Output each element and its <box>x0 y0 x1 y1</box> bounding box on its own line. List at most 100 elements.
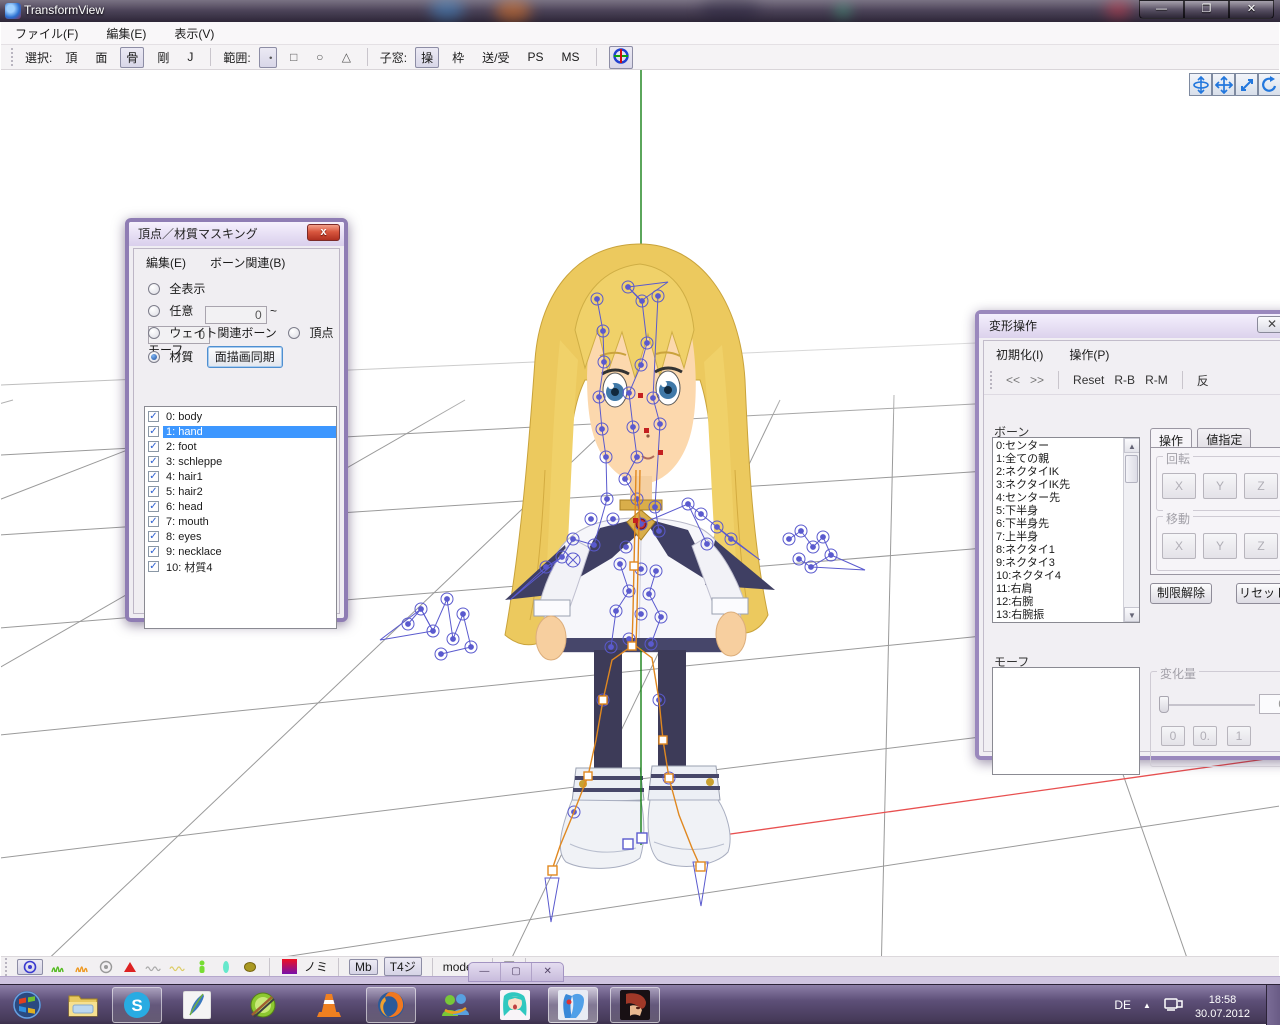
material-checkbox[interactable]: ✓ <box>148 531 159 542</box>
masking-dialog-close-button[interactable]: x <box>307 224 340 241</box>
child-operate-button[interactable]: 操 <box>415 47 439 68</box>
bone-row[interactable]: 9:ネクタイ3 <box>996 557 1139 570</box>
grey-waves-icon[interactable] <box>145 959 163 975</box>
range-circle-button[interactable]: ○ <box>311 49 329 65</box>
material-checkbox[interactable]: ✓ <box>148 456 159 467</box>
amount-slider-thumb[interactable] <box>1159 696 1169 713</box>
face-draw-sync-button[interactable]: 面描画同期 <box>207 346 283 368</box>
scroll-down-arrow[interactable]: ▼ <box>1124 607 1140 622</box>
rotate-y-button[interactable]: Y <box>1203 473 1237 499</box>
bone-row[interactable]: 4:センター先 <box>996 492 1139 505</box>
mb-button[interactable]: Mb <box>349 959 378 975</box>
taskbar-lime-app[interactable] <box>238 987 288 1023</box>
start-button[interactable] <box>2 987 52 1023</box>
taskbar-miku-singing[interactable] <box>490 987 540 1023</box>
bone-row[interactable]: 6:下半身先 <box>996 518 1139 531</box>
child-ms-button[interactable]: MS <box>556 49 584 65</box>
amount-1-button[interactable]: 1 <box>1227 726 1251 746</box>
material-list[interactable]: ✓0: body ✓1: hand ✓2: foot ✓3: schleppe … <box>144 406 337 629</box>
yellow-waves-icon[interactable] <box>169 959 187 975</box>
select-vertex-button[interactable]: 頂 <box>60 48 82 67</box>
show-desktop-button[interactable] <box>1266 985 1280 1025</box>
close-button[interactable]: ✕ <box>1229 0 1274 19</box>
material-checkbox[interactable]: ✓ <box>148 411 159 422</box>
bone-row[interactable]: 2:ネクタイIK <box>996 466 1139 479</box>
tf-toolbar-gripper[interactable] <box>990 371 994 389</box>
scroll-up-arrow[interactable]: ▲ <box>1124 438 1140 453</box>
menu-view[interactable]: 表示(V) <box>174 25 214 42</box>
amount-0-button[interactable]: 0 <box>1161 726 1185 746</box>
rotate-z-button[interactable]: Z <box>1244 473 1278 499</box>
tf-menu-operate[interactable]: 操作(P) <box>1069 346 1109 363</box>
material-checkbox[interactable]: ✓ <box>148 486 159 497</box>
bone-row[interactable]: 10:ネクタイ4 <box>996 570 1139 583</box>
bone-row[interactable]: 0:センター <box>996 440 1139 453</box>
bone-row[interactable]: 7:上半身 <box>996 531 1139 544</box>
bone-row[interactable]: 5:下半身 <box>996 505 1139 518</box>
grey-target-icon[interactable] <box>97 959 115 975</box>
taskbar-messenger[interactable] <box>430 987 480 1023</box>
menu-file[interactable]: ファイル(F) <box>15 25 78 42</box>
bone-row[interactable]: 13:右腕振 <box>996 609 1139 622</box>
bone-row[interactable]: 11:右肩 <box>996 583 1139 596</box>
taskbar-skype[interactable]: S <box>112 987 162 1023</box>
taskbar-explorer[interactable] <box>58 987 108 1023</box>
range-square-button[interactable]: □ <box>285 49 303 65</box>
radio-vertex-morph[interactable] <box>288 327 300 339</box>
network-icon[interactable] <box>1163 997 1183 1013</box>
range-triangle-button[interactable]: △ <box>337 49 355 65</box>
bg-minimize-button[interactable]: — <box>469 963 501 981</box>
range-point-button[interactable]: ・ <box>259 47 277 68</box>
child-sendreceive-button[interactable]: 送/受 <box>477 48 514 67</box>
bone-row[interactable]: 3:ネクタイIK先 <box>996 479 1139 492</box>
bone-list-scrollbar[interactable]: ▲ ▼ <box>1123 438 1139 622</box>
taskbar-feather-app[interactable] <box>172 987 222 1023</box>
view-orbit-button[interactable] <box>1258 73 1280 96</box>
next-bone-button[interactable]: >> <box>1030 373 1044 387</box>
radio-any[interactable] <box>148 305 160 317</box>
keyboard-layout[interactable]: DE <box>1114 998 1131 1012</box>
taskbar-clock[interactable]: 18:58 30.07.2012 <box>1195 989 1250 1021</box>
taskbar-vlc[interactable] <box>304 987 354 1023</box>
axis-target-button[interactable] <box>609 46 633 69</box>
blue-target-button[interactable] <box>17 959 43 975</box>
prev-bone-button[interactable]: << <box>1006 373 1020 387</box>
toolbar-gripper[interactable] <box>11 48 15 66</box>
amount-value-field[interactable]: 0.0 <box>1259 694 1280 714</box>
rb-button[interactable]: R-B <box>1114 373 1135 387</box>
masking-menu-bone[interactable]: ボーン関連(B) <box>210 254 285 271</box>
select-bone-button[interactable]: 骨 <box>120 47 144 68</box>
bone-list[interactable]: 0:センター 1:全ての親 2:ネクタイIK 3:ネクタイIK先 4:センター先… <box>992 437 1140 623</box>
green-grass-icon[interactable] <box>49 959 67 975</box>
move-x-button[interactable]: X <box>1162 533 1196 559</box>
red-triangle-icon[interactable] <box>121 959 139 975</box>
radio-material[interactable] <box>148 351 160 363</box>
bg-close-button[interactable]: ✕ <box>532 963 563 981</box>
nomi-label[interactable]: ノミ <box>304 958 328 975</box>
cyan-figure-icon[interactable] <box>217 959 235 975</box>
restore-button[interactable]: ❐ <box>1184 0 1229 19</box>
menu-edit[interactable]: 編集(E) <box>106 25 146 42</box>
material-checkbox[interactable]: ✓ <box>148 561 159 572</box>
material-checkbox[interactable]: ✓ <box>148 471 159 482</box>
morph-list[interactable] <box>992 667 1140 775</box>
minimize-button[interactable]: — <box>1139 0 1184 19</box>
bone-row[interactable]: 1:全ての親 <box>996 453 1139 466</box>
child-ps-button[interactable]: PS <box>522 49 548 65</box>
tray-expand-arrow[interactable]: ▲ <box>1143 1001 1151 1010</box>
radio-weight-bone[interactable] <box>148 327 160 339</box>
view-pan-button[interactable] <box>1212 73 1235 96</box>
taskbar-firefox[interactable] <box>366 987 416 1023</box>
green-figure-icon[interactable] <box>193 959 211 975</box>
tf-menu-init[interactable]: 初期化(I) <box>996 346 1043 363</box>
select-j-button[interactable]: J <box>182 49 198 65</box>
red-gradient-square-icon[interactable] <box>280 959 298 975</box>
transform-panel-titlebar[interactable]: 変形操作 <box>979 314 1280 338</box>
bg-restore-button[interactable]: ▢ <box>501 963 533 981</box>
child-frame-button[interactable]: 枠 <box>447 48 469 67</box>
turtle-icon[interactable] <box>241 959 259 975</box>
reset-button[interactable]: Reset <box>1073 373 1104 387</box>
move-z-button[interactable]: Z <box>1244 533 1278 559</box>
scroll-thumb[interactable] <box>1125 455 1138 483</box>
panel-reset-button[interactable]: リセット <box>1236 583 1280 604</box>
